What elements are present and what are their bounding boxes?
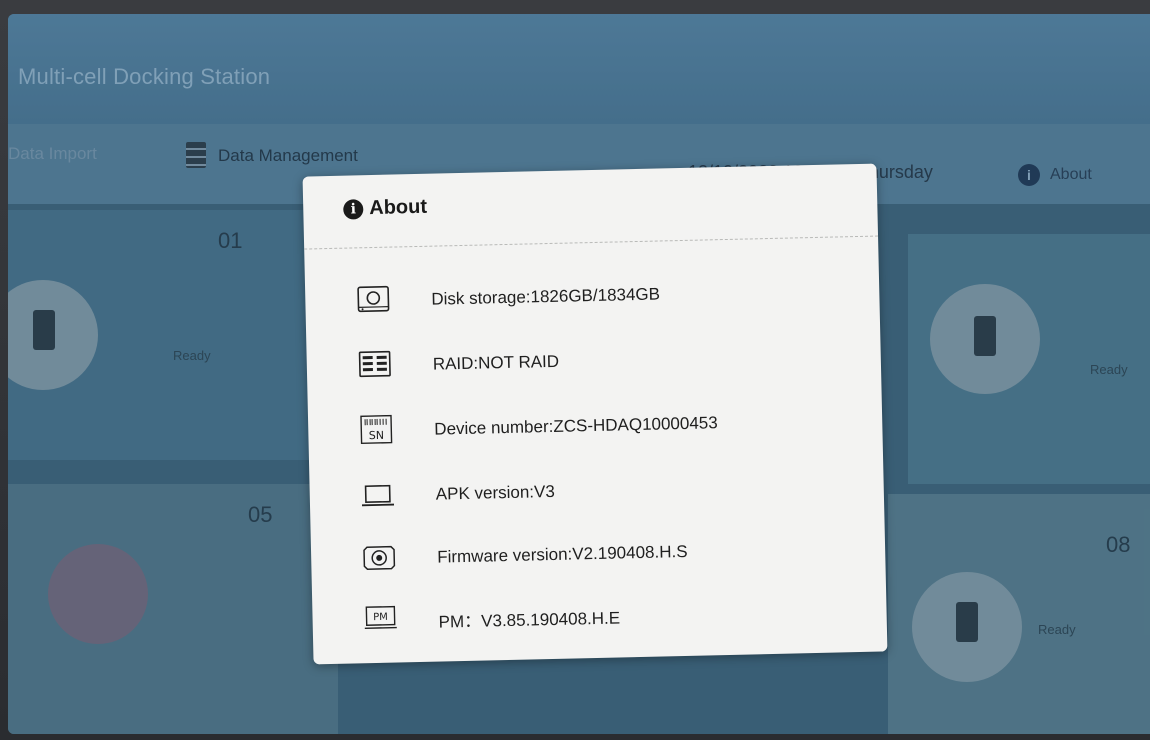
- pm-icon: PM: [364, 605, 397, 629]
- firmware-version-text: Firmware version:V2.190408.H.S: [436, 541, 688, 567]
- disk-storage-text: Disk storage:1826GB/1834GB: [431, 284, 661, 309]
- svg-text:PM: PM: [373, 612, 388, 623]
- raid-icon: [358, 350, 391, 378]
- dialog-title: About: [369, 195, 428, 220]
- info-row-pm: PM PM：V3.85.190408.H.E: [362, 592, 863, 637]
- sn-icon: SN: [360, 414, 393, 445]
- dialog-header: i About: [343, 196, 427, 226]
- info-row-firmware: Firmware version:V2.190408.H.S: [361, 532, 862, 577]
- laptop-icon: [361, 484, 395, 507]
- pm-version-text: PM：V3.85.190408.H.E: [438, 608, 621, 632]
- apk-version-text: APK version:V3: [435, 481, 556, 504]
- info-row-raid: RAID:NOT RAID: [356, 339, 857, 384]
- info-row-disk: Disk storage:1826GB/1834GB: [355, 274, 856, 319]
- info-icon: i: [343, 199, 364, 220]
- device-number-text: Device number:ZCS-HDAQ10000453: [434, 413, 718, 439]
- divider: [304, 235, 879, 250]
- about-dialog: i About Disk storage:1826GB/1834GB RAID:…: [302, 163, 888, 665]
- info-row-apk: APK version:V3: [359, 469, 860, 514]
- raid-text: RAID:NOT RAID: [432, 351, 560, 374]
- info-row-device-number: SN Device number:ZCS-HDAQ10000453: [358, 404, 859, 449]
- svg-text:SN: SN: [369, 429, 385, 442]
- firmware-icon: [363, 545, 396, 570]
- disk-icon: [357, 285, 390, 313]
